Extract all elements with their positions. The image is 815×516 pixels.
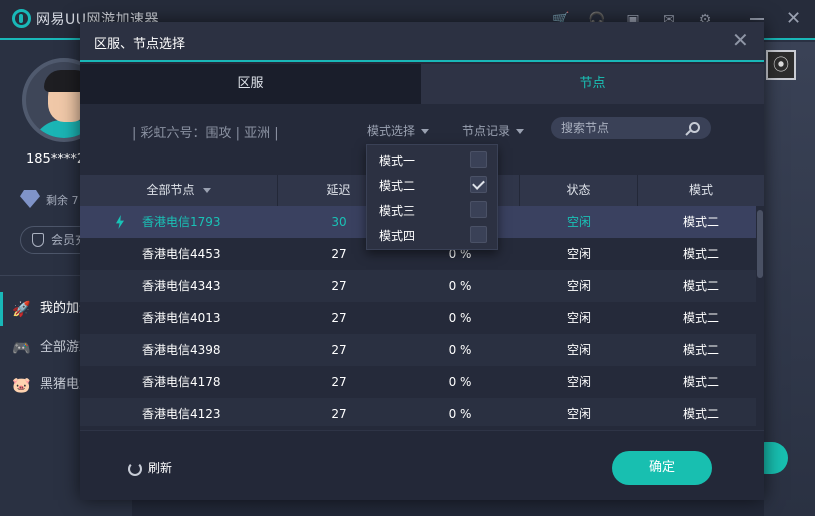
mode-value: 模式二 (682, 247, 719, 261)
status-value: 空闲 (566, 215, 591, 229)
refresh-label: 刷新 (148, 461, 173, 475)
mode-checkbox[interactable] (470, 201, 487, 218)
chevron-down-icon (421, 129, 430, 134)
mode-select-dropdown[interactable]: 模式选择 (367, 122, 430, 139)
status-value: 空闲 (566, 343, 591, 357)
status-value: 空闲 (566, 311, 591, 325)
mode-option-2[interactable]: 模式二 (367, 172, 499, 197)
scrollbar-thumb[interactable] (757, 210, 763, 278)
status-value: 空闲 (566, 375, 591, 389)
mode-option-label: 模式四 (379, 229, 416, 243)
dialog-header: 区服、节点选择 ✕ (80, 22, 764, 62)
mode-value: 模式二 (682, 215, 719, 229)
mode-checkbox[interactable] (470, 226, 487, 243)
table-row[interactable]: 香港电信4123 27 0 % 空闲 模式二 (80, 398, 756, 426)
confirm-button[interactable]: 确定 (612, 451, 712, 485)
table-row[interactable]: 香港电信4398 27 0 % 空闲 模式二 (80, 334, 756, 366)
status-value: 空闲 (566, 279, 591, 293)
table-row[interactable]: 香港电信4013 27 0 % 空闲 模式二 (80, 302, 756, 334)
loss-value: 0 % (448, 375, 472, 389)
node-name: 香港电信1793 (142, 215, 221, 229)
mode-option-1[interactable]: 模式一 (367, 147, 499, 172)
mode-option-4[interactable]: 模式四 (367, 222, 499, 247)
dialog-close-icon[interactable]: ✕ (732, 30, 749, 50)
node-name: 香港电信4343 (142, 279, 221, 293)
mode-value: 模式二 (682, 375, 719, 389)
mode-checkbox[interactable] (470, 151, 487, 168)
tab-region[interactable]: 区服 (80, 64, 421, 104)
refresh-button[interactable]: 刷新 (128, 459, 172, 476)
shield-icon (32, 233, 44, 247)
minimize-button[interactable] (750, 18, 764, 20)
node-name: 香港电信4123 (142, 407, 221, 421)
tab-node[interactable]: 节点 (421, 64, 764, 104)
node-name: 香港电信4013 (142, 311, 221, 325)
latency-value: 27 (331, 407, 347, 421)
latency-value: 27 (331, 311, 347, 325)
game-thumbnail-icon[interactable]: ⦿ (766, 50, 796, 80)
search-icon[interactable] (689, 122, 700, 133)
status-value: 空闲 (566, 247, 591, 261)
remaining-days: 剩余 7 (46, 194, 79, 207)
dialog-title: 区服、节点选择 (94, 37, 186, 52)
loss-value: 0 % (448, 343, 472, 357)
loss-value: 0 % (448, 311, 472, 325)
refresh-icon (128, 461, 142, 476)
node-name: 香港电信4453 (142, 247, 221, 261)
latency-value: 27 (331, 343, 347, 357)
mode-select-label: 模式选择 (367, 124, 416, 138)
server-node-dialog: 区服、节点选择 ✕ 区服 节点 | 彩虹六号：围攻 | 亚洲 | 模式选择 节点… (80, 22, 764, 500)
mode-checkbox[interactable] (470, 176, 487, 193)
table-row[interactable]: 香港电信4178 27 0 % 空闲 模式二 (80, 366, 756, 398)
mode-select-menu: 模式一 模式二 模式三 模式四 (366, 144, 498, 250)
loss-value: 0 % (448, 407, 472, 421)
pig-icon: 🐷 (12, 376, 31, 394)
mode-option-label: 模式一 (379, 154, 416, 168)
column-header-mode[interactable]: 模式 (638, 175, 764, 206)
dialog-tabs: 区服 节点 (80, 64, 764, 104)
node-history-label: 节点记录 (462, 124, 511, 138)
loss-value: 0 % (448, 279, 472, 293)
mode-value: 模式二 (682, 311, 719, 325)
uu-logo-icon (12, 9, 31, 28)
node-name: 香港电信4398 (142, 343, 221, 357)
rocket-icon: 🚀 (12, 300, 31, 318)
status-value: 空闲 (566, 407, 591, 421)
mode-option-label: 模式二 (379, 179, 416, 193)
search-box (551, 117, 711, 139)
chevron-down-icon (516, 129, 525, 134)
filter-bar: | 彩虹六号：围攻 | 亚洲 | 模式选择 节点记录 (80, 114, 764, 144)
table-row[interactable]: 香港电信4343 27 0 % 空闲 模式二 (80, 270, 756, 302)
column-header-status[interactable]: 状态 (520, 175, 638, 206)
username: 185****2 (26, 152, 86, 167)
game-breadcrumb: | 彩虹六号：围攻 | 亚洲 | (132, 126, 279, 141)
node-name: 香港电信4178 (142, 375, 221, 389)
dialog-footer: 刷新 确定 (80, 430, 764, 500)
chevron-down-icon (202, 188, 211, 193)
table-scrollbar[interactable] (756, 206, 764, 426)
window-close-button[interactable]: ✕ (786, 8, 801, 29)
latency-value: 27 (331, 375, 347, 389)
mode-value: 模式二 (682, 279, 719, 293)
lightning-icon (116, 215, 124, 229)
search-input[interactable] (561, 120, 681, 136)
mode-option-3[interactable]: 模式三 (367, 197, 499, 222)
latency-value: 27 (331, 279, 347, 293)
mode-option-label: 模式三 (379, 204, 416, 218)
mode-value: 模式二 (682, 343, 719, 357)
mode-value: 模式二 (682, 407, 719, 421)
gamepad-icon: 🎮 (12, 339, 31, 357)
node-history-dropdown[interactable]: 节点记录 (462, 122, 525, 139)
column-header-node[interactable]: 全部节点 (80, 175, 278, 206)
